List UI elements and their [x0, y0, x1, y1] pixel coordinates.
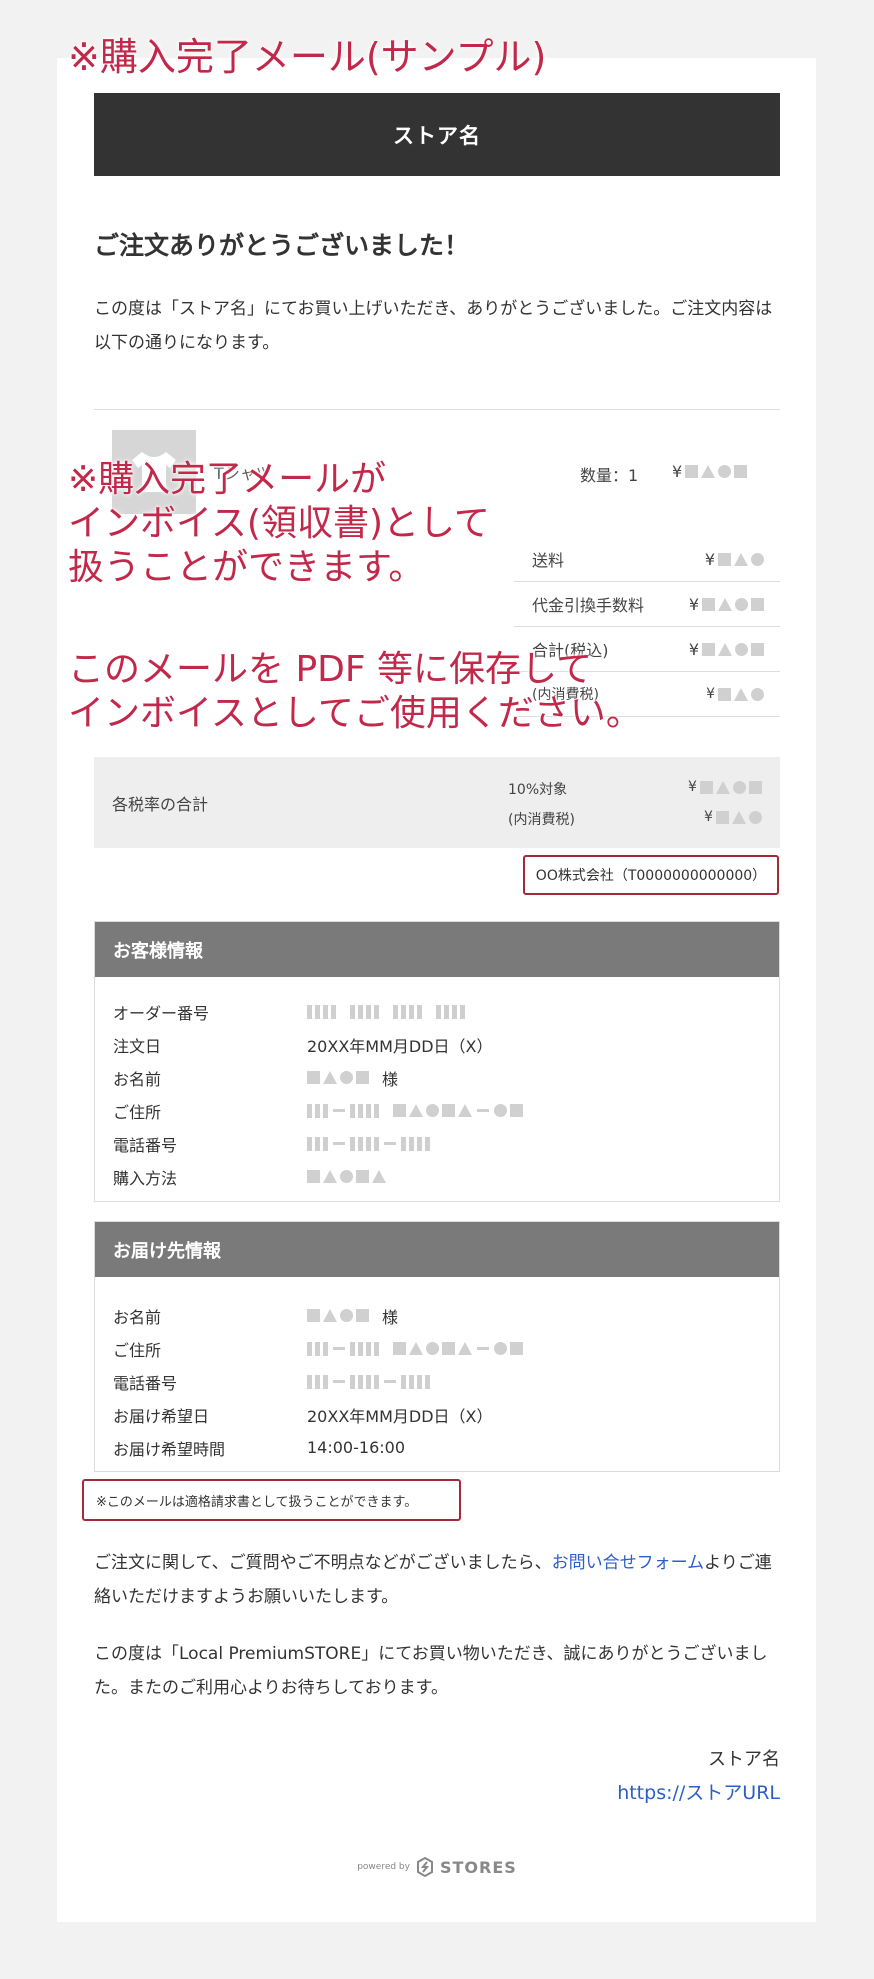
- recipient-phone-row: 電話番号: [113, 1365, 779, 1398]
- customer-info-section: お客様情報 オーダー番号 注文日 20XX年MM月DD日（X） お名前 様 ご住…: [94, 921, 780, 1202]
- customer-phone-row: 電話番号: [113, 1127, 779, 1160]
- recipient-address-row: ご住所: [113, 1332, 779, 1365]
- product-thumbnail: [112, 430, 196, 514]
- shipping-row: 送料 ¥: [514, 537, 780, 582]
- divider: [94, 409, 780, 410]
- item-quantity: 数量：1: [580, 466, 639, 485]
- total-row: 合計(税込) ¥: [514, 627, 780, 672]
- store-url-link[interactable]: https://ストアURL: [617, 1778, 780, 1805]
- item-name: Tシャツ: [214, 464, 272, 483]
- tax-rate-label: 10%対象: [508, 782, 568, 798]
- customer-address-row: ご住所: [113, 1094, 779, 1127]
- store-name: ストア名: [393, 123, 481, 148]
- order-date-row: 注文日 20XX年MM月DD日（X）: [113, 1036, 493, 1056]
- delivery-info-section: お届け先情報 お名前 様 ご住所 電話番号 お届け希望日 20XX年MM月DD日…: [94, 1221, 780, 1472]
- cod-fee-row: 代金引換手数料 ¥: [514, 582, 780, 627]
- customer-info-title: お客様情報: [95, 922, 779, 977]
- order-number-row: オーダー番号: [113, 995, 779, 1028]
- tax-rate-summary: 各税率の合計 10%対象 ¥ (内消費税) ¥: [94, 757, 780, 848]
- recipient-name-row: お名前 様: [113, 1307, 399, 1327]
- tshirt-icon: [132, 452, 176, 492]
- stores-logo-icon: [416, 1857, 433, 1877]
- thanks-title: ご注文ありがとうございました！: [94, 231, 470, 260]
- invoice-note: ※このメールは適格請求書として扱うことができます。: [82, 1479, 461, 1521]
- powered-by-footer: powered by STORES: [357, 1857, 517, 1877]
- item-price-masked: ¥: [672, 462, 748, 481]
- tax-included-row: (内消費税) ¥: [514, 672, 780, 717]
- contact-form-link[interactable]: お問い合せフォーム: [552, 1553, 705, 1573]
- tax-amount-label: (内消費税): [508, 812, 575, 828]
- payment-method-row: 購入方法: [113, 1160, 779, 1193]
- signature-store-name: ストア名: [708, 1749, 780, 1770]
- delivery-date-row: お届け希望日 20XX年MM月DD日（X）: [113, 1406, 493, 1426]
- price-summary-table: 送料 ¥ 代金引換手数料 ¥ 合計(税込) ¥ (内消費税) ¥: [514, 537, 780, 717]
- store-header: ストア名: [94, 93, 780, 176]
- intro-text: この度は「ストア名」にてお買い上げいただき、ありがとうございました。ご注文内容は…: [94, 299, 773, 353]
- customer-name-row: お名前 様: [113, 1069, 399, 1089]
- contact-paragraph: ご注文に関して、ご質問やご不明点などがございましたら、お問い合せフォームよりご連…: [94, 1553, 772, 1607]
- closing-paragraph: この度は「Local PremiumSTORE」にてお買い物いただき、誠にありが…: [94, 1644, 768, 1698]
- company-registration: OO株式会社（T0000000000000）: [523, 855, 779, 895]
- delivery-info-title: お届け先情報: [95, 1222, 779, 1277]
- delivery-time-row: お届け希望時間 14:00-16:00: [113, 1438, 405, 1459]
